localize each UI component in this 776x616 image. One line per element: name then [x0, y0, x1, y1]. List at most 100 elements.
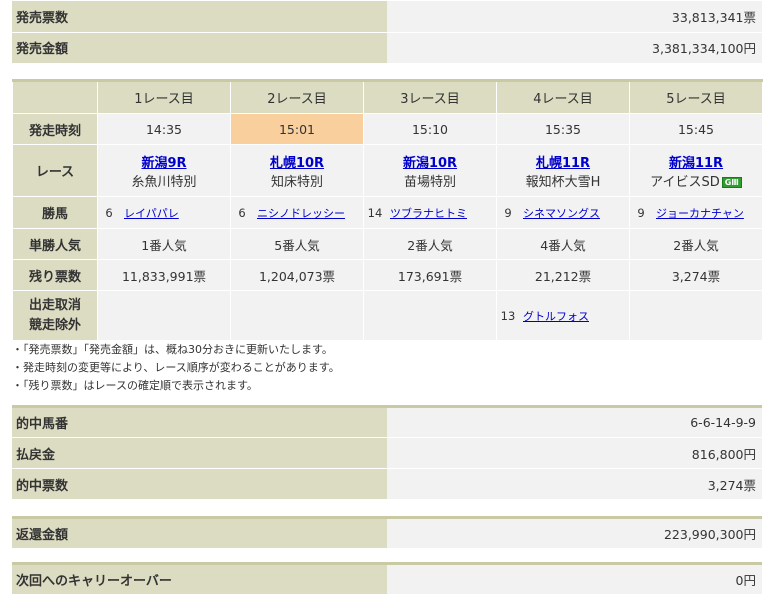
- race-link[interactable]: 新潟10R: [403, 156, 457, 171]
- race-name: 糸魚川特別: [131, 174, 197, 190]
- payout-label: 払戻金: [12, 437, 387, 469]
- race-name: 苗場特別: [403, 174, 456, 190]
- refund-row: 返還金額 223,990,300円: [12, 517, 762, 549]
- sales-count-label: 発売票数: [12, 1, 387, 33]
- sales-amount-value: 3,381,334,100円: [387, 32, 762, 64]
- start-time: 14:35: [97, 113, 231, 145]
- result-row: 的中票数 3,274票: [12, 468, 762, 500]
- race-cell: 札幌10R 知床特別: [230, 144, 364, 197]
- notes: ・「発売票数」「発売金額」は、概ね30分おきに更新いたします。 ・発走時刻の変更…: [12, 341, 340, 395]
- race-name: 報知杯大雪H: [525, 174, 601, 190]
- scratch-horse-link[interactable]: グトルフォス: [523, 310, 589, 323]
- race-link[interactable]: 札幌10R: [270, 156, 324, 171]
- remaining-tickets: 1,204,073票: [230, 259, 364, 291]
- scratch-cell: 13 グトルフォス: [496, 290, 630, 341]
- race-header: 4レース目: [496, 80, 630, 114]
- row-label-winner: 勝馬: [12, 196, 98, 229]
- winner-number: 9: [504, 205, 512, 220]
- scratch-cell: [230, 290, 364, 341]
- grade-badge: GⅢ: [721, 176, 742, 188]
- scratch-cell: [629, 290, 763, 341]
- remaining-tickets: 21,212票: [496, 259, 630, 291]
- race-header: 3レース目: [363, 80, 497, 114]
- winner-number: 14: [367, 205, 383, 220]
- winner-horse-link[interactable]: シネマソングス: [523, 207, 600, 220]
- refund-value: 223,990,300円: [387, 517, 762, 549]
- race-header: 5レース目: [629, 80, 763, 114]
- race-cell: 新潟11R アイビスSD GⅢ: [629, 144, 763, 197]
- popularity: 4番人気: [496, 228, 630, 260]
- start-time-highlighted: 15:01: [230, 113, 364, 145]
- result-row: 的中馬番 6-6-14-9-9: [12, 406, 762, 438]
- carryover-table: 次回へのキャリーオーバー 0円: [12, 562, 762, 595]
- race-cell: 新潟10R 苗場特別: [363, 144, 497, 197]
- sales-count-value: 33,813,341票: [387, 1, 762, 33]
- winner-row: 勝馬 6 レイパパレ 6 ニシノドレッシー 14 ツブラナヒトミ 9 シネマソン…: [12, 196, 763, 229]
- carryover-row: 次回へのキャリーオーバー 0円: [12, 563, 762, 595]
- race-name: 知床特別: [270, 174, 323, 190]
- popularity-row: 単勝人気 1番人気 5番人気 2番人気 4番人気 2番人気: [12, 228, 763, 260]
- carryover-label: 次回へのキャリーオーバー: [12, 563, 387, 595]
- race-cell: 新潟9R 糸魚川特別: [97, 144, 231, 197]
- winner-cell: 9 ジョーカナチャン: [629, 196, 763, 229]
- race-link[interactable]: 新潟11R: [669, 156, 723, 171]
- sales-count-row: 発売票数 33,813,341票: [12, 1, 762, 33]
- remaining-row: 残り票数 11,833,991票 1,204,073票 173,691票 21,…: [12, 259, 763, 291]
- popularity: 2番人気: [363, 228, 497, 260]
- popularity: 5番人気: [230, 228, 364, 260]
- sales-table: 発売票数 33,813,341票 発売金額 3,381,334,100円: [12, 1, 762, 64]
- winning-tickets-label: 的中票数: [12, 468, 387, 500]
- remaining-tickets: 173,691票: [363, 259, 497, 291]
- remaining-tickets: 3,274票: [629, 259, 763, 291]
- refund-table: 返還金額 223,990,300円: [12, 516, 762, 549]
- scratch-cell: [363, 290, 497, 341]
- popularity: 1番人気: [97, 228, 231, 260]
- popularity: 2番人気: [629, 228, 763, 260]
- winner-cell: 14 ツブラナヒトミ: [363, 196, 497, 229]
- note-line: ・「残り票数」はレースの確定順で表示されます。: [12, 379, 258, 392]
- race-link[interactable]: 札幌11R: [536, 156, 590, 171]
- winner-cell: 6 レイパパレ: [97, 196, 231, 229]
- winner-number: 6: [105, 205, 113, 220]
- scratch-number: 13: [500, 308, 516, 323]
- race-header-row: 1レース目 2レース目 3レース目 4レース目 5レース目: [12, 80, 763, 114]
- winner-horse-link[interactable]: ツブラナヒトミ: [390, 207, 467, 220]
- result-row: 払戻金 816,800円: [12, 437, 762, 469]
- race-header: 1レース目: [97, 80, 231, 114]
- start-time: 15:45: [629, 113, 763, 145]
- corner-cell: [12, 80, 98, 114]
- races-table: 1レース目 2レース目 3レース目 4レース目 5レース目 発走時刻 14:35…: [12, 79, 763, 341]
- sales-amount-row: 発売金額 3,381,334,100円: [12, 32, 762, 64]
- refund-label: 返還金額: [12, 517, 387, 549]
- race-cell: 札幌11R 報知杯大雪H: [496, 144, 630, 197]
- winning-numbers-value: 6-6-14-9-9: [387, 406, 762, 438]
- winner-cell: 6 ニシノドレッシー: [230, 196, 364, 229]
- winner-horse-link[interactable]: ジョーカナチャン: [656, 207, 744, 220]
- winner-horse-link[interactable]: ニシノドレッシー: [257, 207, 345, 220]
- race-name: アイビスSD: [650, 174, 720, 190]
- sales-amount-label: 発売金額: [12, 32, 387, 64]
- row-label-popularity: 単勝人気: [12, 228, 98, 260]
- remaining-tickets: 11,833,991票: [97, 259, 231, 291]
- race-header: 2レース目: [230, 80, 364, 114]
- start-time: 15:35: [496, 113, 630, 145]
- winner-number: 6: [238, 205, 246, 220]
- row-label-start-time: 発走時刻: [12, 113, 98, 145]
- winner-cell: 9 シネマソングス: [496, 196, 630, 229]
- winner-horse-link[interactable]: レイパパレ: [124, 207, 179, 220]
- carryover-value: 0円: [387, 563, 762, 595]
- start-time-row: 発走時刻 14:35 15:01 15:10 15:35 15:45: [12, 113, 763, 145]
- winner-number: 9: [637, 205, 645, 220]
- race-link[interactable]: 新潟9R: [141, 156, 186, 171]
- start-time: 15:10: [363, 113, 497, 145]
- row-label-scratch: 出走取消 競走除外: [12, 290, 98, 341]
- winning-numbers-label: 的中馬番: [12, 406, 387, 438]
- scratch-cell: [97, 290, 231, 341]
- winning-tickets-value: 3,274票: [387, 468, 762, 500]
- results-table: 的中馬番 6-6-14-9-9 払戻金 816,800円 的中票数 3,274票: [12, 405, 762, 500]
- row-label-remaining: 残り票数: [12, 259, 98, 291]
- race-row: レース 新潟9R 糸魚川特別 札幌10R 知床特別 新潟10R 苗場特別 札幌1…: [12, 144, 763, 197]
- scratch-row: 出走取消 競走除外 13 グトルフォス: [12, 290, 763, 341]
- row-label-race: レース: [12, 144, 98, 197]
- note-line: ・発走時刻の変更等により、レース順序が変わることがあります。: [12, 361, 340, 374]
